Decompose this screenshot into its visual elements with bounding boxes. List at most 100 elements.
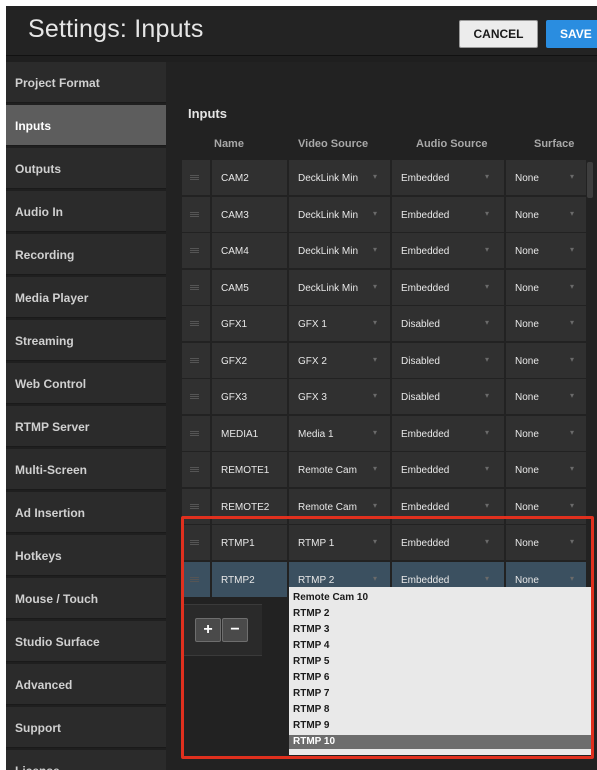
sidebar-item-rtmp-server[interactable]: RTMP Server xyxy=(6,406,166,447)
sidebar-item-license[interactable]: License xyxy=(6,750,166,770)
input-name-field[interactable]: GFX2 xyxy=(212,343,287,378)
sidebar-item-outputs[interactable]: Outputs xyxy=(6,148,166,189)
table-row[interactable]: CAM2 DeckLink Min ▾ Embedded ▾ None ▾ xyxy=(182,160,595,196)
sidebar-item-media-player[interactable]: Media Player xyxy=(6,277,166,318)
video-source-select[interactable]: DeckLink Min ▾ xyxy=(289,160,390,195)
section-title: Inputs xyxy=(188,106,227,121)
surface-select[interactable]: None ▾ xyxy=(506,416,586,451)
surface-select-value: None xyxy=(515,246,539,257)
column-header-video-source: Video Source xyxy=(298,138,369,150)
sidebar-item-label: Hotkeys xyxy=(15,549,62,563)
drag-handle-icon[interactable] xyxy=(182,379,210,414)
grip-lines xyxy=(190,394,199,399)
surface-select[interactable]: None ▾ xyxy=(506,379,586,414)
sidebar-item-project-format[interactable]: Project Format xyxy=(6,62,166,103)
surface-select[interactable]: None ▾ xyxy=(506,343,586,378)
chevron-down-icon: ▾ xyxy=(373,245,378,254)
sidebar-item-label: Outputs xyxy=(15,162,61,176)
audio-source-select[interactable]: Embedded ▾ xyxy=(392,197,504,232)
input-name-field[interactable]: REMOTE1 xyxy=(212,452,287,487)
drag-handle-icon[interactable] xyxy=(182,416,210,451)
input-name-field-value: GFX1 xyxy=(221,319,248,330)
input-name-field[interactable]: CAM4 xyxy=(212,233,287,268)
sidebar-item-ad-insertion[interactable]: Ad Insertion xyxy=(6,492,166,533)
input-name-field[interactable]: CAM2 xyxy=(212,160,287,195)
drag-handle-icon[interactable] xyxy=(182,233,210,268)
sidebar-item-hotkeys[interactable]: Hotkeys xyxy=(6,535,166,576)
chevron-down-icon: ▾ xyxy=(570,318,575,327)
chevron-down-icon: ▾ xyxy=(373,391,378,400)
grip-lines xyxy=(190,175,199,180)
table-row[interactable]: CAM5 DeckLink Min ▾ Embedded ▾ None ▾ xyxy=(182,270,595,306)
save-button[interactable]: SAVE xyxy=(546,20,597,48)
sidebar-item-mouse-touch[interactable]: Mouse / Touch xyxy=(6,578,166,619)
table-row[interactable]: GFX3 GFX 3 ▾ Disabled ▾ None ▾ xyxy=(182,379,595,415)
audio-source-select[interactable]: Embedded ▾ xyxy=(392,160,504,195)
surface-select-value: None xyxy=(515,465,539,476)
surface-select[interactable]: None ▾ xyxy=(506,233,586,268)
sidebar-item-label: Web Control xyxy=(15,377,87,391)
chevron-down-icon: ▾ xyxy=(485,172,490,181)
table-row[interactable]: MEDIA1 Media 1 ▾ Embedded ▾ None ▾ xyxy=(182,416,595,452)
chevron-down-icon: ▾ xyxy=(485,209,490,218)
chevron-down-icon: ▾ xyxy=(570,428,575,437)
audio-source-select[interactable]: Disabled ▾ xyxy=(392,306,504,341)
audio-source-select[interactable]: Embedded ▾ xyxy=(392,270,504,305)
input-name-field-value: CAM4 xyxy=(221,246,249,257)
video-source-select[interactable]: Remote Cam ▾ xyxy=(289,452,390,487)
sidebar-item-studio-surface[interactable]: Studio Surface xyxy=(6,621,166,662)
drag-handle-icon[interactable] xyxy=(182,197,210,232)
video-source-select[interactable]: GFX 1 ▾ xyxy=(289,306,390,341)
sidebar-item-audio-in[interactable]: Audio In xyxy=(6,191,166,232)
input-name-field-value: CAM3 xyxy=(221,210,249,221)
input-name-field[interactable]: CAM5 xyxy=(212,270,287,305)
table-row[interactable]: GFX1 GFX 1 ▾ Disabled ▾ None ▾ xyxy=(182,306,595,342)
sidebar-item-streaming[interactable]: Streaming xyxy=(6,320,166,361)
chevron-down-icon: ▾ xyxy=(485,245,490,254)
video-source-select[interactable]: Media 1 ▾ xyxy=(289,416,390,451)
surface-select[interactable]: None ▾ xyxy=(506,197,586,232)
chevron-down-icon: ▾ xyxy=(570,355,575,364)
drag-handle-icon[interactable] xyxy=(182,270,210,305)
audio-source-select-value: Embedded xyxy=(401,283,450,294)
table-row[interactable]: GFX2 GFX 2 ▾ Disabled ▾ None ▾ xyxy=(182,343,595,379)
video-source-select[interactable]: DeckLink Min ▾ xyxy=(289,197,390,232)
chevron-down-icon: ▾ xyxy=(570,245,575,254)
sidebar-item-inputs[interactable]: Inputs xyxy=(6,105,166,146)
table-row[interactable]: CAM4 DeckLink Min ▾ Embedded ▾ None ▾ xyxy=(182,233,595,269)
drag-handle-icon[interactable] xyxy=(182,306,210,341)
table-row[interactable]: REMOTE1 Remote Cam ▾ Embedded ▾ None ▾ xyxy=(182,452,595,488)
table-row[interactable]: CAM3 DeckLink Min ▾ Embedded ▾ None ▾ xyxy=(182,197,595,233)
video-source-select[interactable]: DeckLink Min ▾ xyxy=(289,270,390,305)
sidebar-item-multi-screen[interactable]: Multi-Screen xyxy=(6,449,166,490)
video-source-select[interactable]: GFX 3 ▾ xyxy=(289,379,390,414)
surface-select[interactable]: None ▾ xyxy=(506,270,586,305)
audio-source-select[interactable]: Disabled ▾ xyxy=(392,379,504,414)
drag-handle-icon[interactable] xyxy=(182,452,210,487)
table-scrollbar[interactable] xyxy=(587,162,593,198)
sidebar-item-recording[interactable]: Recording xyxy=(6,234,166,275)
video-source-select[interactable]: DeckLink Min ▾ xyxy=(289,233,390,268)
audio-source-select[interactable]: Embedded ▾ xyxy=(392,452,504,487)
input-name-field[interactable]: MEDIA1 xyxy=(212,416,287,451)
sidebar-item-support[interactable]: Support xyxy=(6,707,166,748)
grip-lines xyxy=(190,504,199,509)
drag-handle-icon[interactable] xyxy=(182,160,210,195)
video-source-select-value: GFX 2 xyxy=(298,356,327,367)
surface-select[interactable]: None ▾ xyxy=(506,452,586,487)
input-name-field[interactable]: GFX1 xyxy=(212,306,287,341)
sidebar-item-advanced[interactable]: Advanced xyxy=(6,664,166,705)
surface-select[interactable]: None ▾ xyxy=(506,160,586,195)
cancel-button[interactable]: CANCEL xyxy=(459,20,538,48)
surface-select[interactable]: None ▾ xyxy=(506,306,586,341)
input-name-field[interactable]: GFX3 xyxy=(212,379,287,414)
chevron-down-icon: ▾ xyxy=(570,282,575,291)
drag-handle-icon[interactable] xyxy=(182,343,210,378)
audio-source-select[interactable]: Disabled ▾ xyxy=(392,343,504,378)
audio-source-select[interactable]: Embedded ▾ xyxy=(392,233,504,268)
video-source-select[interactable]: GFX 2 ▾ xyxy=(289,343,390,378)
sidebar-item-web-control[interactable]: Web Control xyxy=(6,363,166,404)
input-name-field[interactable]: CAM3 xyxy=(212,197,287,232)
audio-source-select[interactable]: Embedded ▾ xyxy=(392,416,504,451)
sidebar-item-label: Recording xyxy=(15,248,75,262)
